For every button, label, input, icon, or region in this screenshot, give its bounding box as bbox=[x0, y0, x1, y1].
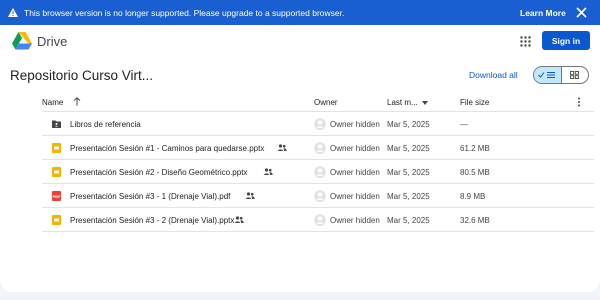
shared-people-icon bbox=[234, 216, 244, 223]
learn-more-link[interactable]: Learn More bbox=[520, 8, 566, 18]
file-name: Presentación Sesión #3 - 1 (Drenaje Vial… bbox=[70, 192, 231, 201]
last-modified-value: Mar 5, 2025 bbox=[387, 120, 430, 129]
grid-icon bbox=[570, 71, 580, 79]
slides-icon bbox=[52, 215, 61, 225]
folder-title: Repositorio Curso Virt... bbox=[10, 68, 154, 83]
download-all-button[interactable]: Download all bbox=[469, 70, 518, 80]
slides-icon bbox=[52, 143, 61, 153]
last-modified-value: Mar 5, 2025 bbox=[387, 168, 430, 177]
file-list: Libros de referencia Owner hidden Mar 5,… bbox=[42, 112, 594, 232]
file-size-value: 61.2 MB bbox=[460, 144, 490, 153]
table-row[interactable]: Presentación Sesión #3 - 2 (Drenaje Vial… bbox=[42, 208, 594, 232]
name-column-header[interactable]: Name bbox=[42, 98, 63, 107]
sort-up-arrow-icon[interactable] bbox=[73, 97, 81, 106]
app-name: Drive bbox=[37, 34, 68, 49]
owner-value: Owner hidden bbox=[330, 144, 380, 153]
file-name: Libros de referencia bbox=[70, 120, 141, 129]
shared-folder-icon bbox=[52, 120, 61, 128]
file-size-column-header: File size bbox=[460, 98, 490, 107]
apps-grid-icon[interactable] bbox=[520, 36, 531, 47]
table-row[interactable]: Presentación Sesión #1 - Caminos para qu… bbox=[42, 136, 594, 160]
list-view-button[interactable] bbox=[534, 67, 561, 83]
pdf-icon: PDF bbox=[52, 191, 61, 201]
file-size-value: 32.6 MB bbox=[460, 216, 490, 225]
file-size-value: 80.5 MB bbox=[460, 168, 490, 177]
banner-message: This browser version is no longer suppor… bbox=[24, 8, 345, 18]
app-header: Drive Sign in bbox=[0, 25, 600, 58]
avatar-icon bbox=[314, 166, 326, 178]
last-modified-value: Mar 5, 2025 bbox=[387, 216, 430, 225]
more-options-icon[interactable] bbox=[577, 97, 581, 107]
shared-people-icon bbox=[277, 144, 287, 151]
folder-view: Repositorio Curso Virt... Download all N… bbox=[0, 58, 600, 292]
file-size-value: — bbox=[460, 120, 468, 129]
owner-value: Owner hidden bbox=[330, 192, 380, 201]
grid-view-button[interactable] bbox=[560, 67, 588, 83]
file-table-header: Name Owner Last m... File size bbox=[42, 94, 594, 112]
drive-logo-icon[interactable] bbox=[12, 32, 32, 50]
owner-value: Owner hidden bbox=[330, 216, 380, 225]
owner-column-header: Owner bbox=[314, 98, 338, 107]
avatar-icon bbox=[314, 190, 326, 202]
file-name: Presentación Sesión #3 - 2 (Drenaje Vial… bbox=[70, 216, 235, 225]
file-size-value: 8.9 MB bbox=[460, 192, 486, 201]
avatar-icon bbox=[314, 214, 326, 226]
table-row[interactable]: PDF Presentación Sesión #3 - 1 (Drenaje … bbox=[42, 184, 594, 208]
file-name: Presentación Sesión #2 - Diseño Geométri… bbox=[70, 168, 248, 177]
sign-in-button[interactable]: Sign in bbox=[542, 31, 590, 50]
last-modified-column-header[interactable]: Last m... bbox=[387, 98, 418, 107]
table-row[interactable]: Presentación Sesión #2 - Diseño Geométri… bbox=[42, 160, 594, 184]
file-name: Presentación Sesión #1 - Caminos para qu… bbox=[70, 144, 265, 153]
unsupported-browser-banner: This browser version is no longer suppor… bbox=[0, 0, 600, 25]
shared-people-icon bbox=[245, 192, 255, 199]
view-toggle bbox=[533, 66, 589, 84]
close-icon[interactable] bbox=[576, 7, 587, 18]
last-modified-value: Mar 5, 2025 bbox=[387, 192, 430, 201]
avatar-icon bbox=[314, 118, 326, 130]
sort-dropdown-icon[interactable] bbox=[422, 101, 428, 105]
check-list-icon bbox=[538, 72, 556, 78]
slides-icon bbox=[52, 167, 61, 177]
last-modified-value: Mar 5, 2025 bbox=[387, 144, 430, 153]
owner-value: Owner hidden bbox=[330, 120, 380, 129]
warning-icon bbox=[8, 8, 18, 17]
table-row[interactable]: Libros de referencia Owner hidden Mar 5,… bbox=[42, 112, 594, 136]
shared-people-icon bbox=[263, 168, 273, 175]
svg-text:PDF: PDF bbox=[52, 195, 61, 199]
owner-value: Owner hidden bbox=[330, 168, 380, 177]
avatar-icon bbox=[314, 142, 326, 154]
